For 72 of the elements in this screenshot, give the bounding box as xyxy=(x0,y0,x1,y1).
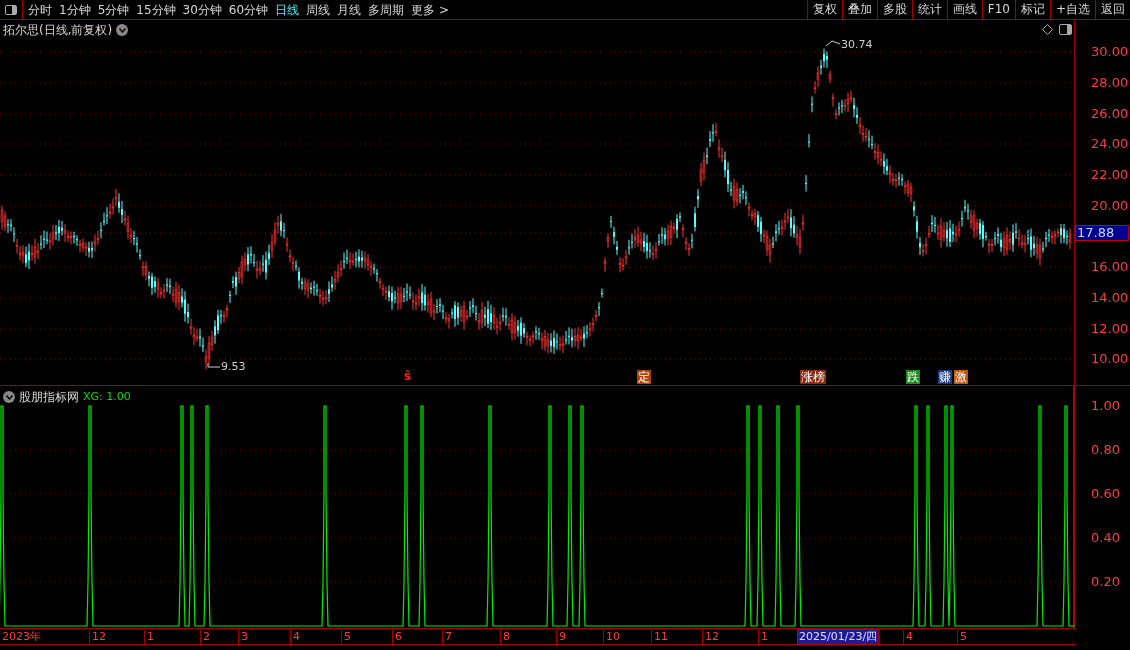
toolbar-button[interactable]: 复权 xyxy=(806,0,842,19)
price-axis-label: 24.00 xyxy=(1091,137,1129,151)
time-axis-label: 1 xyxy=(144,630,154,644)
time-axis-label: 10 xyxy=(603,630,620,644)
event-marker[interactable]: 激 xyxy=(954,370,968,384)
event-marker[interactable]: 赚 xyxy=(938,370,952,384)
time-axis-label: 8 xyxy=(500,630,510,644)
chart-title: 拓尔思(日线,前复权) xyxy=(3,22,113,39)
toolbar-button[interactable]: F10 xyxy=(981,0,1015,19)
time-axis-label: 12 xyxy=(89,630,106,644)
toolbar-button[interactable]: 画线 xyxy=(946,0,982,19)
indicator-axis-label: 0.20 xyxy=(1091,575,1120,589)
toolbar-button[interactable]: 返回 xyxy=(1095,0,1130,19)
indicator-axis-label: 0.60 xyxy=(1091,487,1120,501)
time-axis-label: 11 xyxy=(651,630,668,644)
period-tab[interactable]: 多周期 xyxy=(368,0,405,19)
time-axis-label: 5 xyxy=(957,630,967,644)
time-axis-label: 12 xyxy=(702,630,719,644)
time-axis-label: 4 xyxy=(290,630,300,644)
price-axis-label: 28.00 xyxy=(1091,76,1129,90)
price-axis-label: 12.00 xyxy=(1091,322,1129,336)
price-axis-label: 10.00 xyxy=(1091,352,1129,366)
event-marker[interactable]: 定 xyxy=(637,370,651,384)
event-marker[interactable]: 涨榜 xyxy=(800,370,826,384)
period-tab[interactable]: 月线 xyxy=(337,0,362,19)
price-axis-label: 30.00 xyxy=(1091,45,1129,59)
time-axis-label: 6 xyxy=(392,630,402,644)
toolbar-button[interactable]: 多股 xyxy=(876,0,912,19)
event-marker[interactable]: ŝ xyxy=(404,369,412,383)
panel-toggle-icon[interactable] xyxy=(1059,24,1072,35)
price-axis-label: 14.00 xyxy=(1091,291,1129,305)
diamond-icon[interactable] xyxy=(1042,24,1053,35)
panel-toggle-icon[interactable] xyxy=(5,4,17,15)
time-axis-label: 1 xyxy=(758,630,768,644)
price-axis-label: 22.00 xyxy=(1091,168,1129,182)
chevron-down-icon[interactable] xyxy=(3,391,15,403)
low-price-leader xyxy=(207,362,221,368)
low-price-label: 9.53 xyxy=(221,359,246,375)
event-marker[interactable]: 跌 xyxy=(906,370,920,384)
toolbar-button[interactable]: 标记 xyxy=(1014,0,1050,19)
time-axis-label: 3 xyxy=(238,630,248,644)
price-axis-label: 26.00 xyxy=(1091,107,1129,121)
period-tab[interactable]: 30分钟 xyxy=(182,0,222,19)
indicator-axis-label: 1.00 xyxy=(1091,399,1120,413)
period-tab[interactable]: 周线 xyxy=(306,0,331,19)
toolbar-button[interactable]: +自选 xyxy=(1049,0,1095,19)
high-price-label: 30.74 xyxy=(841,37,873,53)
time-axis-label: 4 xyxy=(903,630,913,644)
period-tab[interactable]: 分时 xyxy=(28,0,52,19)
period-tab[interactable]: 1分钟 xyxy=(59,0,91,19)
indicator-value: XG: 1.00 xyxy=(83,388,131,405)
high-price-leader xyxy=(825,40,841,47)
indicator-axis-label: 0.40 xyxy=(1091,531,1120,545)
price-axis-label: 16.00 xyxy=(1091,260,1129,274)
period-tab[interactable]: 60分钟 xyxy=(228,0,269,19)
price-axis-label: 20.00 xyxy=(1091,199,1129,213)
toolbar-button[interactable]: 统计 xyxy=(911,0,947,19)
time-axis-label: 2 xyxy=(200,630,210,644)
toolbar-button[interactable]: 叠加 xyxy=(841,0,877,19)
period-tab[interactable]: 5分钟 xyxy=(97,0,130,19)
period-tab[interactable]: 15分钟 xyxy=(136,0,176,19)
time-axis-label: 9 xyxy=(556,630,566,644)
time-axis-label: 2023年 xyxy=(0,630,41,644)
chevron-down-icon[interactable] xyxy=(116,24,129,36)
cursor-date-label: 2025/01/23/四 xyxy=(797,629,880,645)
time-axis-label: 5 xyxy=(341,630,351,644)
period-tab[interactable]: 更多 > xyxy=(411,0,449,19)
period-tab[interactable]: 日线 xyxy=(275,0,300,19)
time-axis-label: 7 xyxy=(442,630,452,644)
indicator-axis-label: 0.80 xyxy=(1091,443,1120,457)
indicator-title: 股朋指标网 xyxy=(19,389,79,406)
last-price-tag: 17.88 xyxy=(1075,225,1129,241)
